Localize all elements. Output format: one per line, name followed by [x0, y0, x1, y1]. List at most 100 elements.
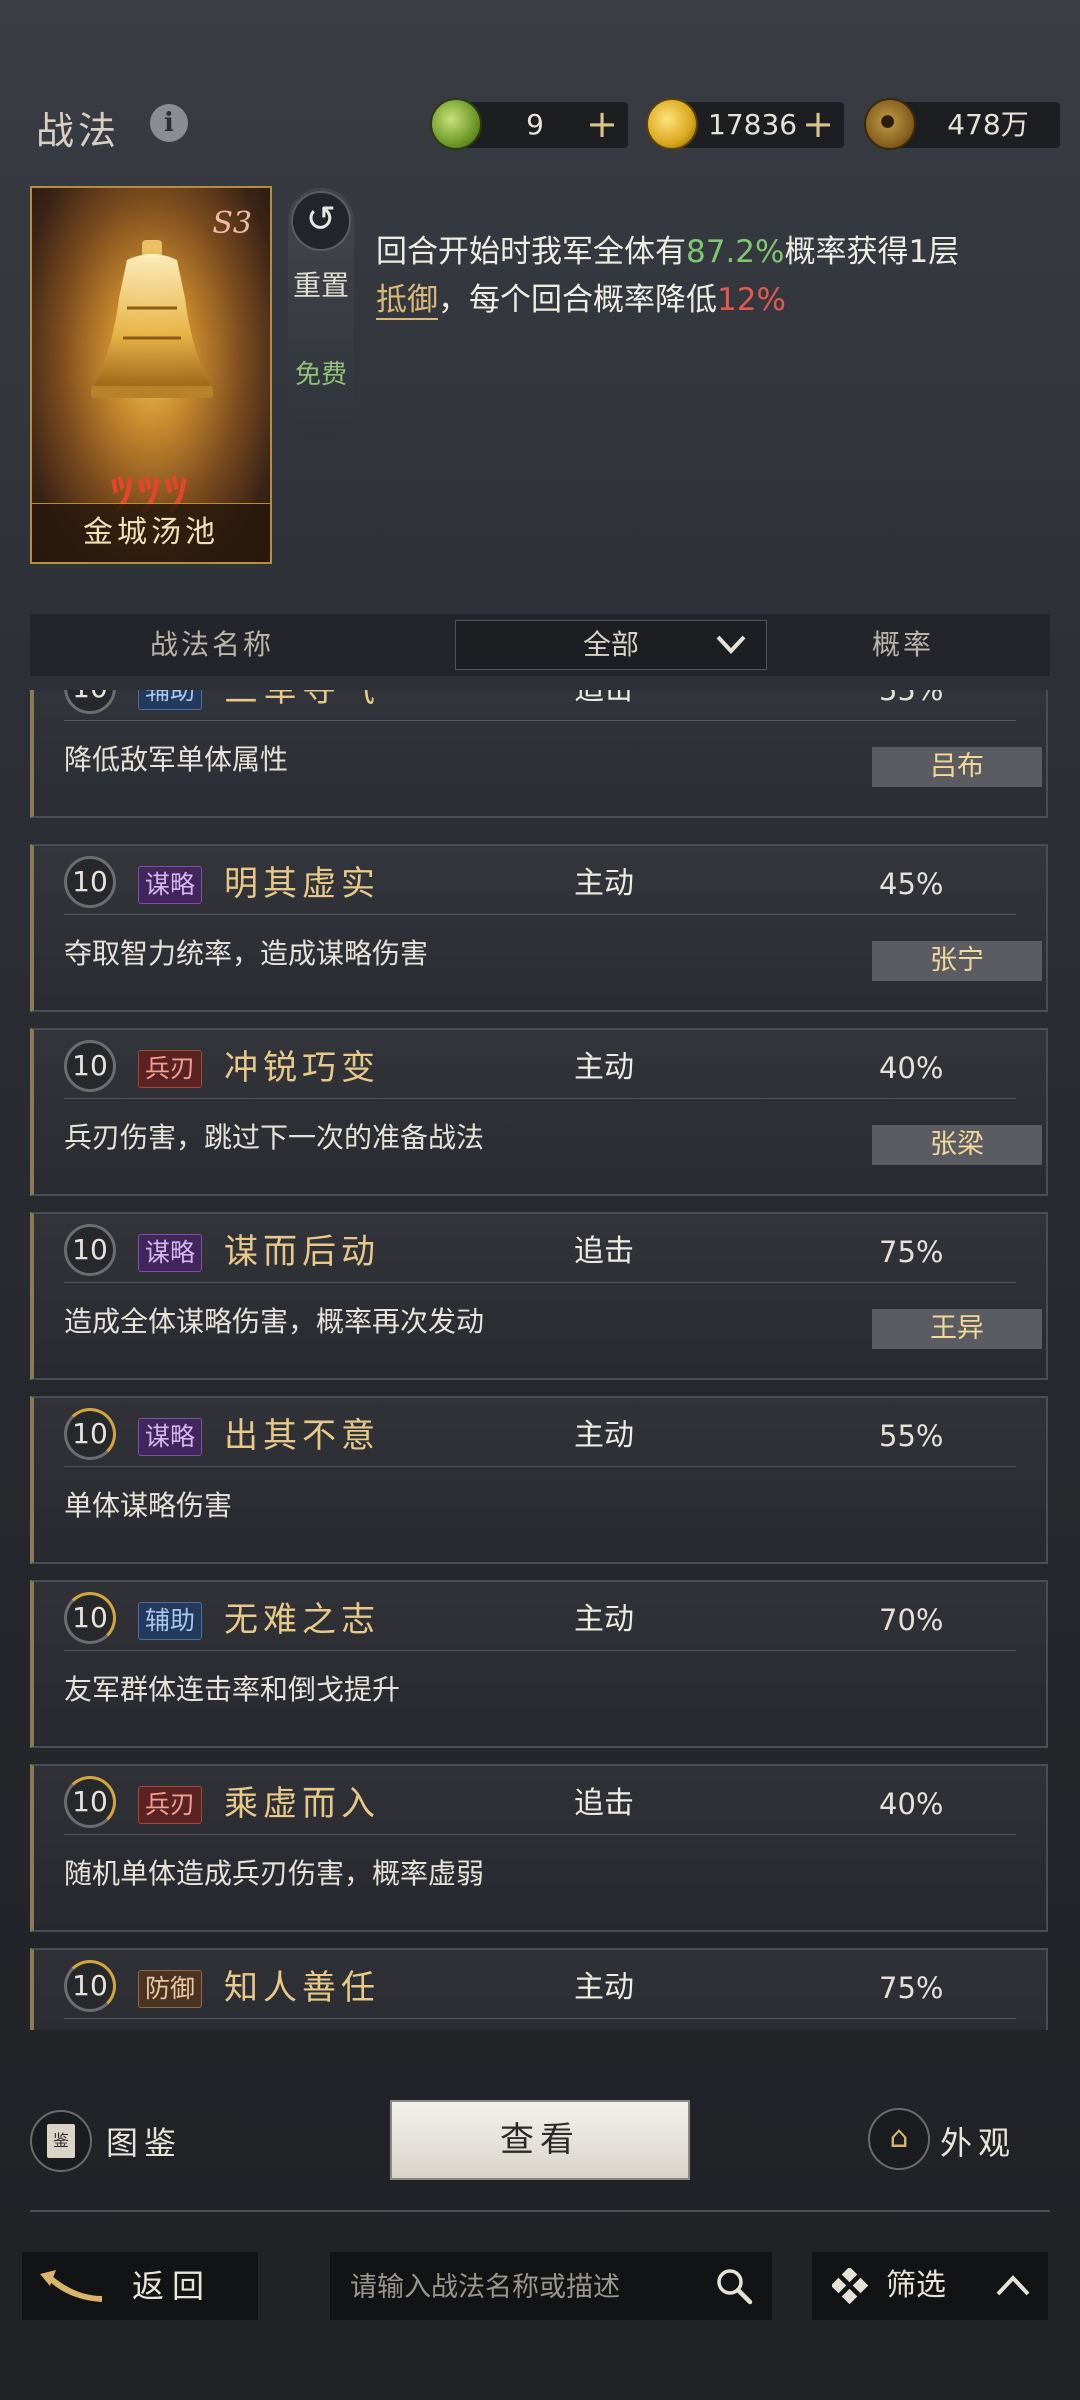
gold-coin-value: 17836	[708, 108, 798, 141]
row-divider	[64, 720, 1016, 721]
skill-name: 谋而后动	[224, 1232, 380, 1272]
skill-category-tag: 谋略	[138, 866, 203, 904]
bell-icon	[91, 240, 213, 398]
add-gold-button[interactable]: +	[798, 102, 838, 146]
skill-row[interactable]: 10 兵刃 乘虚而入 追击 40% 随机单体造成兵刃伤害，概率虚弱	[30, 1764, 1048, 1932]
codex-button[interactable]: 图鉴	[106, 2118, 182, 2164]
skill-category-tag: 兵刃	[138, 1050, 203, 1088]
book-icon[interactable]: 鉴	[30, 2110, 92, 2172]
skill-short-desc: 友军群体连击率和倒戈提升	[64, 1673, 401, 1706]
skill-row[interactable]: 10 兵刃 冲锐巧变 主动 40% 兵刃伤害，跳过下一次的准备战法 张梁	[30, 1028, 1048, 1196]
row-divider	[64, 1282, 1016, 1283]
skill-category-tag: 谋略	[138, 1418, 203, 1456]
skill-probability: 75%	[879, 1235, 944, 1269]
skill-name: 明其虚实	[224, 864, 380, 904]
search-icon[interactable]	[714, 2266, 754, 2306]
skill-row[interactable]: 10 辅助 三军夺气 追击 55% 降低敌军单体属性 吕布	[30, 690, 1048, 818]
chevron-down-icon	[716, 635, 746, 654]
skill-short-desc: 随机单体造成兵刃伤害，概率虚弱	[64, 1857, 485, 1890]
skill-probability: 75%	[879, 1971, 944, 2005]
column-name: 战法名称	[150, 628, 275, 661]
copper-coin-resource: 478万	[864, 98, 1060, 150]
skill-category-tag: 兵刃	[138, 1786, 203, 1824]
back-arrow-icon	[40, 2270, 102, 2302]
divider	[30, 2210, 1050, 2212]
skill-short-desc: 兵刃伤害，跳过下一次的准备战法	[64, 1121, 485, 1154]
skill-type: 主动	[574, 866, 634, 901]
skill-name: 三军夺气	[224, 690, 380, 710]
back-button[interactable]: 返回	[22, 2252, 258, 2320]
skill-row[interactable]: 10 辅助 无难之志 主动 70% 友军群体连击率和倒戈提升	[30, 1580, 1048, 1748]
reset-button[interactable]: ↺ 重置 免费	[288, 188, 354, 442]
skill-level: 10	[64, 1592, 116, 1644]
page-title: 战法	[36, 109, 121, 153]
category-filter-value: 全部	[582, 628, 639, 661]
skill-type: 追击	[574, 1786, 634, 1821]
skill-probability: 40%	[879, 1787, 944, 1821]
add-jade-button[interactable]: +	[582, 102, 622, 146]
skill-category-tag: 辅助	[138, 690, 203, 710]
free-label: 免费	[294, 360, 347, 390]
skill-row[interactable]: 10 防御 知人善任 主动 75%	[30, 1948, 1048, 2030]
desc-percent-2: 12%	[717, 282, 786, 318]
info-icon[interactable]: i	[150, 104, 188, 142]
skill-name: 无难之志	[224, 1600, 380, 1640]
row-divider	[64, 1834, 1016, 1835]
skill-probability: 45%	[879, 867, 944, 901]
hero-name-badge[interactable]: 张梁	[872, 1125, 1042, 1165]
skill-type: 追击	[574, 1234, 634, 1269]
skill-category-tag: 防御	[138, 1970, 203, 2008]
skill-row[interactable]: 10 谋略 出其不意 主动 55% 单体谋略伤害	[30, 1396, 1048, 1564]
skill-card[interactable]: S3 ﾂﾂﾂ 金城汤池	[30, 186, 272, 564]
skill-level: 10	[64, 1040, 116, 1092]
hero-name-badge[interactable]: 张宁	[872, 941, 1042, 981]
skill-name: 冲锐巧变	[224, 1048, 380, 1088]
skill-description: 回合开始时我军全体有87.2%概率获得1层抵御，每个回合概率降低12%	[376, 234, 960, 320]
skill-level: 10	[64, 690, 116, 714]
skill-type: 主动	[574, 1050, 634, 1085]
pavilion-icon[interactable]: ⌂	[868, 2108, 930, 2170]
hero-name-badge[interactable]: 吕布	[872, 747, 1042, 787]
skill-short-desc: 夺取智力统率，造成谋略伤害	[64, 937, 429, 970]
reset-label: 重置	[292, 269, 349, 302]
copper-coin-value: 478万	[947, 108, 1029, 141]
jade-coin-icon	[430, 98, 482, 150]
skill-probability: 55%	[879, 1419, 944, 1453]
gold-coin-icon	[646, 98, 698, 150]
jade-coin-value: 9	[526, 108, 544, 141]
hero-name-badge[interactable]: 王异	[872, 1309, 1042, 1349]
copper-coin-icon	[864, 98, 916, 150]
row-divider	[64, 1650, 1016, 1651]
view-button[interactable]: 查看	[390, 2100, 690, 2180]
row-divider	[64, 914, 1016, 915]
skill-type: 主动	[574, 1418, 634, 1453]
filter-button[interactable]: 筛选	[812, 2252, 1048, 2320]
reset-icon: ↺	[291, 191, 351, 251]
keyword-link[interactable]: 抵御	[376, 282, 438, 320]
skill-type: 主动	[574, 1602, 634, 1637]
skill-list[interactable]: 10辅助三军夺气追击55%降低敌军单体属性吕布10谋略明其虚实主动45%夺取智力…	[30, 690, 1050, 2030]
gold-coin-resource: 17836 +	[646, 98, 844, 150]
filter-icon	[832, 2268, 868, 2304]
skill-name: 知人善任	[224, 1968, 380, 2008]
jade-coin-resource: 9 +	[430, 98, 628, 150]
search-box	[330, 2252, 772, 2322]
skill-probability: 70%	[879, 1603, 944, 1637]
skill-probability: 40%	[879, 1051, 944, 1085]
skill-level: 10	[64, 1408, 116, 1460]
skill-short-desc: 造成全体谋略伤害，概率再次发动	[64, 1305, 485, 1338]
skill-category-tag: 辅助	[138, 1602, 203, 1640]
row-divider	[64, 1466, 1016, 1467]
chevron-up-icon	[996, 2275, 1030, 2296]
skill-probability: 55%	[879, 690, 944, 707]
column-probability: 概率	[872, 628, 935, 661]
card-rank: S3	[212, 206, 252, 241]
appearance-button[interactable]: 外观	[940, 2118, 1016, 2164]
row-divider	[64, 1098, 1016, 1099]
skill-short-desc: 降低敌军单体属性	[64, 743, 289, 776]
skill-row[interactable]: 10 谋略 明其虚实 主动 45% 夺取智力统率，造成谋略伤害 张宁	[30, 844, 1048, 1012]
skill-row[interactable]: 10 谋略 谋而后动 追击 75% 造成全体谋略伤害，概率再次发动 王异	[30, 1212, 1048, 1380]
skill-level: 10	[64, 1960, 116, 2012]
category-filter-dropdown[interactable]: 全部	[455, 620, 767, 670]
search-input[interactable]	[348, 2252, 692, 2322]
